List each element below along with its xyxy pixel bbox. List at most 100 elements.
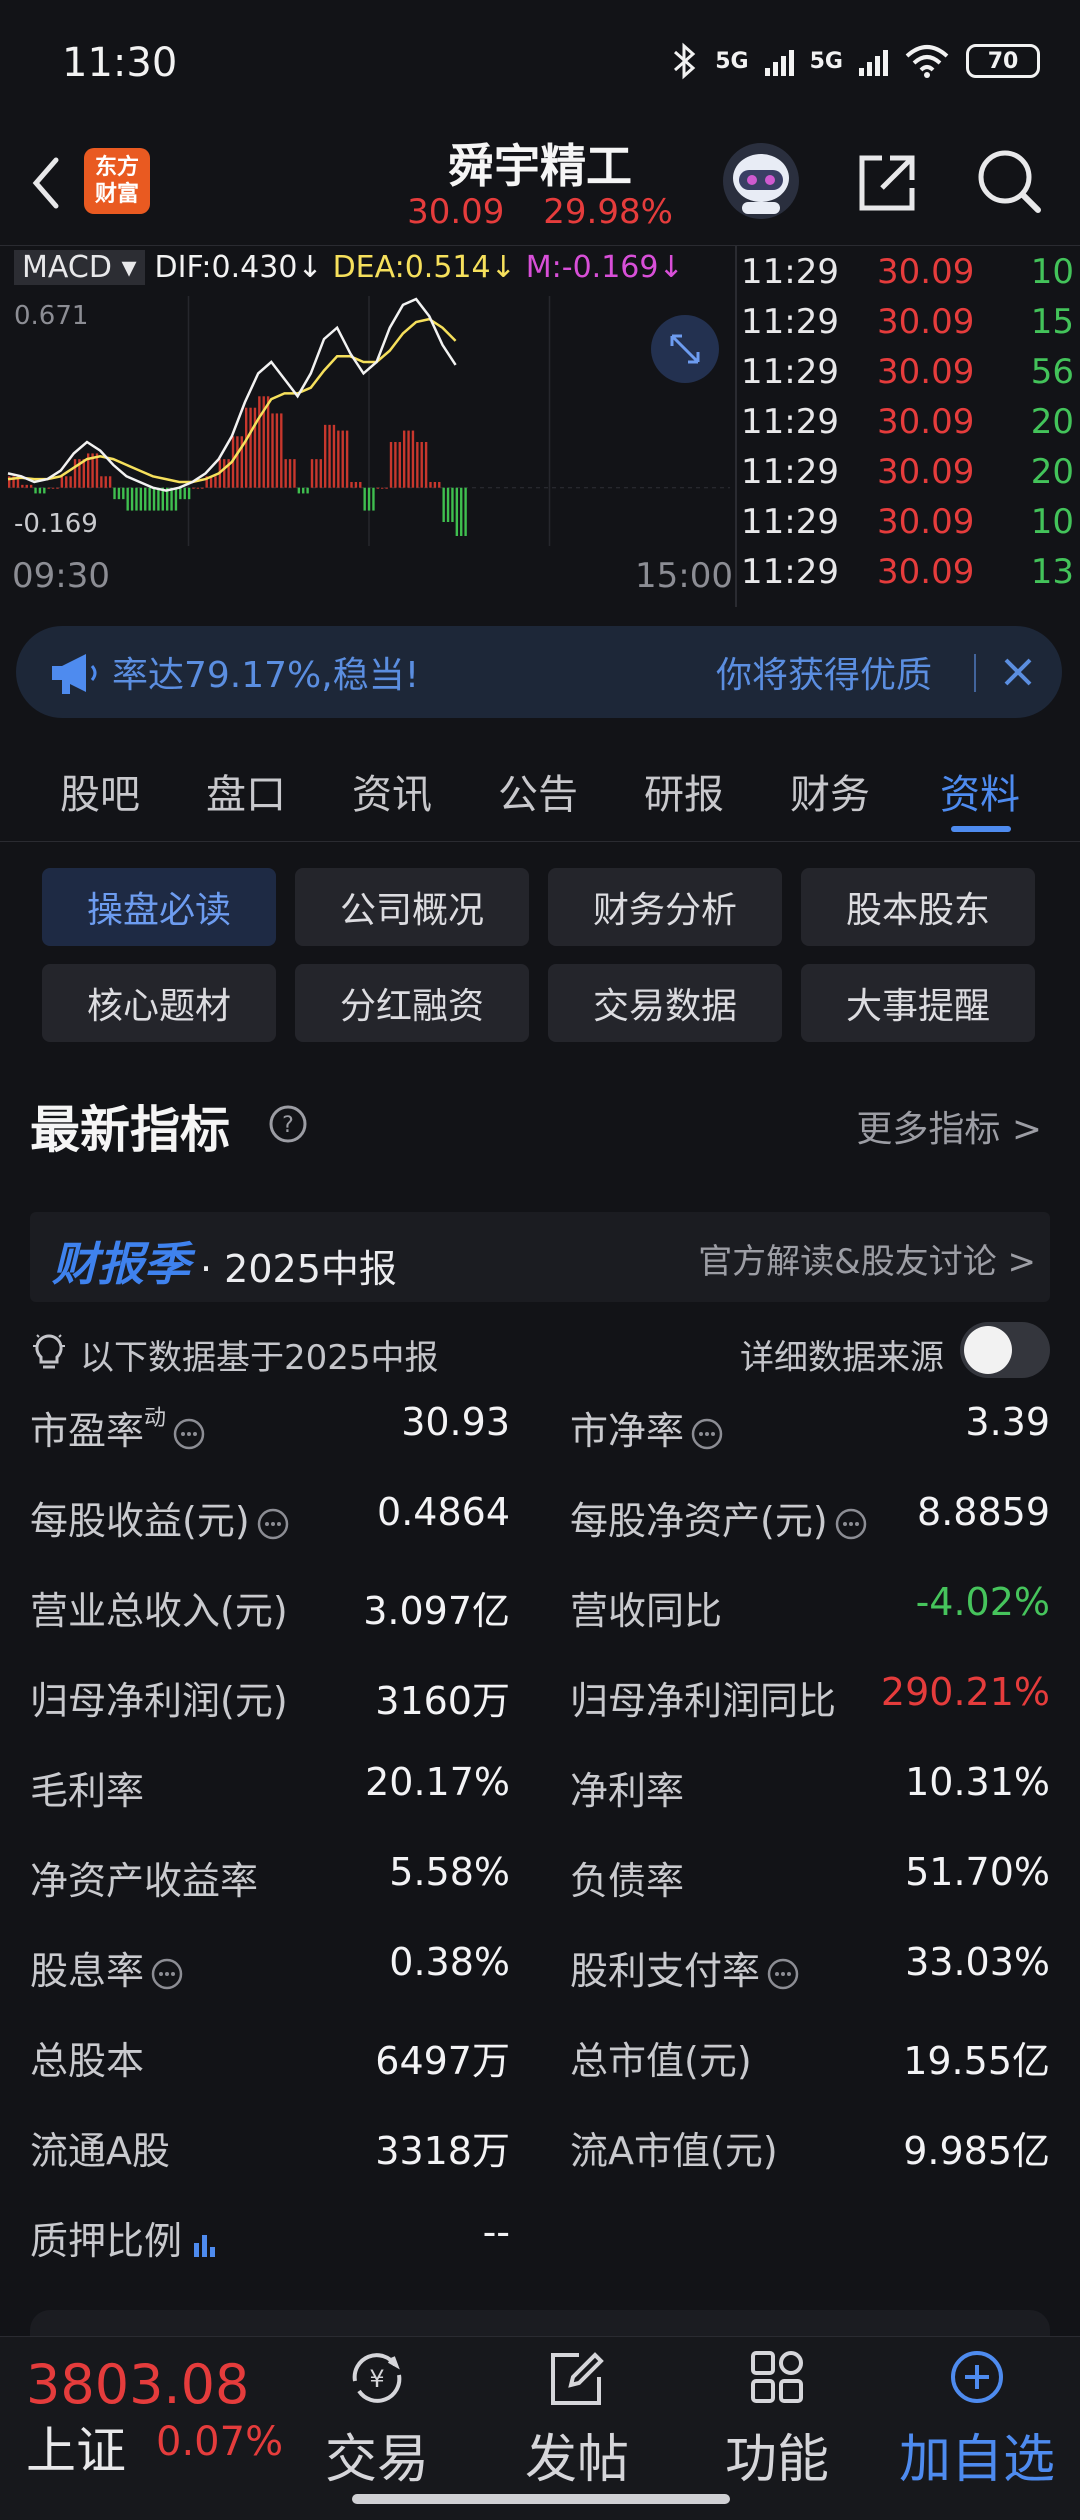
macd-bar xyxy=(25,484,28,488)
tick-price: 30.09 xyxy=(877,502,975,542)
sub-tab-chip[interactable]: 公司概况 xyxy=(295,868,529,946)
metric-value: 290.21% xyxy=(880,1670,1050,1714)
svg-text:?: ? xyxy=(282,1113,294,1138)
home-indicator[interactable] xyxy=(352,2494,730,2504)
data-source-toggle[interactable] xyxy=(960,1322,1050,1378)
macd-bar xyxy=(47,487,50,489)
macd-bar xyxy=(315,459,318,488)
metric-value: -4.02% xyxy=(915,1580,1050,1624)
metric-value: 30.93 xyxy=(401,1400,510,1444)
sub-tab-chip[interactable]: 分红融资 xyxy=(295,964,529,1042)
macd-bar xyxy=(310,459,314,488)
index-value[interactable]: 3803.08 xyxy=(26,2353,249,2416)
index-name[interactable]: 上证 xyxy=(26,2411,126,2483)
macd-bar xyxy=(429,482,432,488)
metric-label-text: 营收同比 xyxy=(570,1589,723,1633)
nav-functions[interactable]: 功能 xyxy=(692,2347,862,2497)
nav-add-watchlist[interactable]: 加自选 xyxy=(892,2347,1062,2497)
macd-bar xyxy=(34,487,37,494)
tab-1[interactable]: 盘口 xyxy=(186,762,306,820)
metric-label-text: 流通A股 xyxy=(30,2129,170,2173)
report-season-bar[interactable]: 财报季 · 2025中报 官方解读&股友讨论 > xyxy=(30,1212,1050,1302)
nav-post[interactable]: 发帖 xyxy=(492,2347,662,2497)
metric-item: 每股收益(元) 0.4864 xyxy=(30,1490,510,1550)
nav-label: 加自选 xyxy=(898,2430,1055,2490)
metric-label: 流A市值(元) xyxy=(570,2120,778,2175)
sub-tab-chip[interactable]: 大事提醒 xyxy=(801,964,1035,1042)
macd-bar xyxy=(442,487,445,522)
info-icon[interactable] xyxy=(766,1957,800,1991)
stock-price: 30.09 xyxy=(407,192,505,232)
macd-bar xyxy=(38,487,42,494)
metric-item: 营业总收入(元) 3.097亿 xyxy=(30,1580,510,1640)
macd-chart[interactable]: MACD ▾ DIF:0.430↓ DEA:0.514↓ M:-0.169↓ 0… xyxy=(0,245,735,607)
data-basis-text: 以下数据基于2025中报 xyxy=(80,1338,439,1378)
index-change[interactable]: 0.07% xyxy=(156,2419,283,2465)
tab-4[interactable]: 研报 xyxy=(624,762,744,820)
metric-item: 总市值(元) 19.55亿 xyxy=(570,2030,1050,2090)
macd-bar xyxy=(376,487,380,489)
metric-value: 3160万 xyxy=(375,1679,510,1723)
expand-icon[interactable] xyxy=(650,314,720,384)
sub-tab-chip[interactable]: 核心题材 xyxy=(42,964,276,1042)
metric-label-text: 总市值(元) xyxy=(570,2039,752,2083)
ai-assistant-robot-icon[interactable] xyxy=(720,140,802,222)
share-icon[interactable] xyxy=(852,148,922,218)
metric-label-text: 流A市值(元) xyxy=(570,2129,778,2173)
macd-bar xyxy=(196,487,200,489)
bar-chart-icon[interactable] xyxy=(188,2227,222,2261)
banner-divider xyxy=(974,654,976,692)
metric-label-text: 股息率 xyxy=(30,1949,145,1993)
metric-item: 总股本 6497万 xyxy=(30,2030,510,2090)
sub-tab-chip[interactable]: 股本股东 xyxy=(801,868,1035,946)
nav-label: 发帖 xyxy=(524,2430,629,2490)
macd-bar xyxy=(122,487,125,500)
metric-item: 质押比例 -- xyxy=(30,2210,510,2270)
metric-item: 流A市值(元) 9.985亿 xyxy=(570,2120,1050,2180)
metric-value: 51.70% xyxy=(905,1850,1050,1894)
time-start-label: 09:30 xyxy=(12,556,110,596)
tab-5[interactable]: 财务 xyxy=(770,762,890,820)
sub-tab-chip[interactable]: 操盘必读 xyxy=(42,868,276,946)
metric-label-sup: 动 xyxy=(144,1406,167,1431)
nav-trade[interactable]: ¥ 交易 xyxy=(292,2347,462,2497)
macd-bar xyxy=(341,430,344,488)
indicator-selector[interactable]: MACD ▾ xyxy=(14,250,145,285)
macd-bar xyxy=(65,476,68,488)
help-icon[interactable]: ? xyxy=(268,1104,308,1144)
tick-volume: 56 xyxy=(1030,352,1074,392)
macd-bar xyxy=(385,487,388,489)
metric-value: 0.4864 xyxy=(377,1490,510,1534)
info-icon[interactable] xyxy=(690,1417,724,1451)
status-icons: 5G 5G 70 xyxy=(671,42,1040,80)
info-icon[interactable] xyxy=(172,1417,206,1451)
macd-bar xyxy=(372,487,375,511)
tick-price: 30.09 xyxy=(877,252,975,292)
tab-2[interactable]: 资讯 xyxy=(332,762,452,820)
metric-label-text: 市盈率 xyxy=(30,1409,145,1453)
tab-0[interactable]: 股吧 xyxy=(40,762,160,820)
metric-item: 股利支付率 33.03% xyxy=(570,1940,1050,2000)
metric-value: 3318万 xyxy=(375,2129,510,2173)
info-icon[interactable] xyxy=(150,1957,184,1991)
sub-tab-chip[interactable]: 财务分析 xyxy=(548,868,782,946)
metric-item: 市净率 3.39 xyxy=(570,1400,1050,1460)
tab-6[interactable]: 资料 xyxy=(920,762,1040,820)
macd-bar xyxy=(126,487,129,511)
macd-bar xyxy=(332,424,336,488)
tab-3[interactable]: 公告 xyxy=(478,762,598,820)
tick-row: 11:29 30.09 13 xyxy=(737,552,1080,602)
macd-bar xyxy=(416,442,419,488)
m-value: M:-0.169↓ xyxy=(525,250,684,285)
metric-value: 6497万 xyxy=(375,2039,510,2083)
close-icon[interactable] xyxy=(998,652,1038,692)
official-discussion-link[interactable]: 官方解读&股友讨论 > xyxy=(698,1234,1036,1283)
info-icon[interactable] xyxy=(256,1507,290,1541)
promo-banner[interactable]: 率达79.17%,稳当! 你将获得优质 xyxy=(16,626,1062,718)
tick-list[interactable]: 11:29 30.09 10 11:29 30.09 15 11:29 30.09 56 11:2… xyxy=(735,245,1080,607)
search-icon[interactable] xyxy=(972,144,1046,218)
tick-time: 11:29 xyxy=(741,252,839,292)
info-icon[interactable] xyxy=(834,1507,868,1541)
sub-tab-chip[interactable]: 交易数据 xyxy=(548,964,782,1042)
more-indicators-link[interactable]: 更多指标 > xyxy=(856,1100,1042,1152)
